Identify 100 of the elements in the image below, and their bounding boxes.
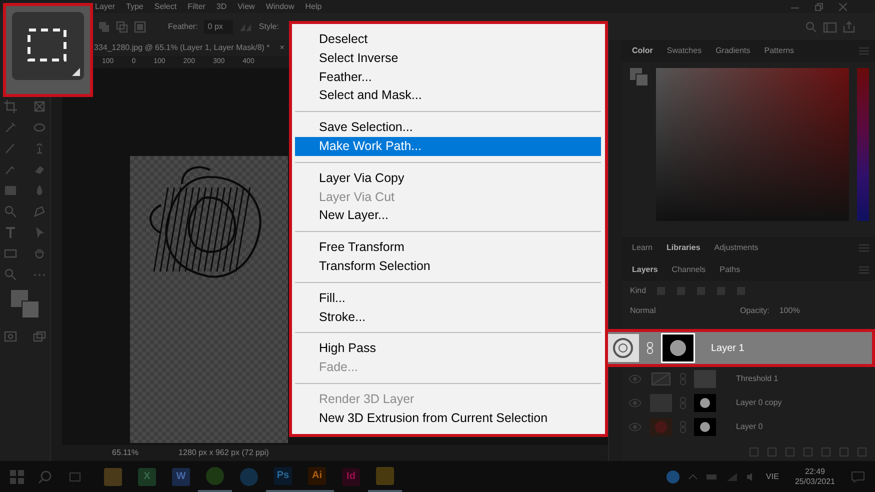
menu-item[interactable]: New Layer... xyxy=(295,206,601,226)
share-icon[interactable] xyxy=(843,20,855,32)
pen-icon[interactable] xyxy=(33,205,46,218)
selection-mode-icon[interactable] xyxy=(98,20,110,32)
task-view-icon[interactable] xyxy=(68,470,82,484)
zoom-icon[interactable] xyxy=(4,268,17,281)
menu-item[interactable]: Help xyxy=(305,0,322,12)
panel-tab[interactable]: Paths xyxy=(720,264,740,276)
blend-mode-dropdown[interactable]: Normal xyxy=(630,305,730,317)
menu-item[interactable]: Layer xyxy=(95,0,116,12)
layer-thumbnail xyxy=(607,334,639,362)
corner-triangle-icon xyxy=(72,68,80,76)
document-size: 1280 px x 962 px (72 ppi) xyxy=(178,447,269,459)
language-indicator[interactable]: VIE xyxy=(766,470,779,482)
selection-mode-icon[interactable] xyxy=(134,20,146,32)
taskbar-app[interactable]: W xyxy=(164,461,198,492)
quick-mask-icon[interactable] xyxy=(4,331,17,342)
brush-icon[interactable] xyxy=(4,142,17,155)
menu-item[interactable]: Select Inverse xyxy=(295,48,601,68)
rectangle-icon[interactable] xyxy=(4,247,17,260)
marquee-icon xyxy=(27,28,67,62)
eye-icon[interactable] xyxy=(628,422,642,432)
taskbar-app[interactable]: Id xyxy=(334,461,368,492)
panel-tab[interactable]: Patterns xyxy=(764,45,794,57)
document-tab[interactable]: 334_1280.jpg @ 65.1% (Layer 1, Layer Mask/8) * xyxy=(94,42,270,54)
type-icon[interactable] xyxy=(4,226,17,239)
layer-mask-thumbnail xyxy=(694,418,716,436)
search-icon[interactable] xyxy=(38,470,52,484)
menu-item[interactable]: Free Transform xyxy=(295,238,601,257)
clock-time[interactable]: 22:49 xyxy=(804,467,825,476)
layer-name: Threshold 1 xyxy=(736,373,778,385)
menu-item[interactable]: Stroke... xyxy=(295,308,601,326)
hue-spectrum[interactable] xyxy=(857,68,869,221)
panel-tab[interactable]: Color xyxy=(632,45,653,57)
layer-row[interactable]: Threshold 1 xyxy=(622,367,875,391)
panel-tab[interactable]: Swatches xyxy=(666,45,702,57)
layer-row[interactable]: Layer 0 xyxy=(622,415,875,439)
layer-row[interactable]: Layer 0 copy xyxy=(622,391,875,415)
menu-item[interactable]: Deselect xyxy=(295,30,601,49)
feather-label: Feather: xyxy=(168,20,198,32)
layer-mask-thumbnail xyxy=(694,370,716,388)
panel-tab[interactable]: Adjustments xyxy=(714,242,758,254)
menu-item[interactable]: Feather... xyxy=(295,68,601,86)
panel-tab[interactable]: Libraries xyxy=(666,242,700,254)
search-icon[interactable] xyxy=(805,20,817,32)
color-swatches-icon[interactable] xyxy=(630,68,648,86)
taskbar-app[interactable]: Ps xyxy=(266,461,300,492)
feather-field[interactable]: 0 px xyxy=(204,20,233,34)
menu-item[interactable]: Select xyxy=(154,0,177,12)
panel-menu-icon[interactable] xyxy=(859,266,869,274)
eyedropper-icon[interactable] xyxy=(4,121,17,134)
cursor-icon[interactable] xyxy=(33,226,46,239)
panel-tab[interactable]: Learn xyxy=(632,242,652,254)
color-swatches-icon[interactable] xyxy=(10,289,40,319)
menu-item[interactable]: Layer Via Copy xyxy=(295,168,601,188)
layer-mask-thumbnail xyxy=(661,333,695,363)
notifications-icon[interactable] xyxy=(851,470,865,482)
color-field[interactable] xyxy=(656,68,849,221)
menu-item[interactable]: Window xyxy=(266,0,294,12)
menu-item[interactable]: Filter xyxy=(188,0,206,12)
restore-icon[interactable] xyxy=(815,3,823,11)
tab-close[interactable]: × xyxy=(280,42,284,54)
eraser-icon[interactable] xyxy=(33,163,46,176)
panel-menu-icon[interactable] xyxy=(859,244,869,252)
help-icon[interactable] xyxy=(666,470,680,484)
battery-icon[interactable] xyxy=(706,472,718,480)
hand-icon[interactable] xyxy=(33,247,46,260)
clock-date[interactable]: 25/03/2021 xyxy=(794,476,835,486)
panel-tab[interactable]: Gradients xyxy=(716,45,750,57)
eye-icon[interactable] xyxy=(628,374,642,384)
photo-thumbnail xyxy=(650,418,672,436)
menu-item[interactable]: New 3D Extrusion from Current Selection xyxy=(295,408,601,428)
menu-item[interactable]: 3D xyxy=(216,0,227,12)
menu-item[interactable]: Fill... xyxy=(295,288,601,308)
menu-item[interactable]: Transform Selection xyxy=(295,256,601,276)
tray-chevron-icon[interactable] xyxy=(688,472,698,480)
screen-mode-icon[interactable] xyxy=(33,331,46,342)
panel-tab[interactable]: Channels xyxy=(672,264,706,276)
menu-item[interactable]: Make Work Path... xyxy=(295,136,601,156)
menu-item[interactable]: Select and Mask... xyxy=(295,86,601,106)
filter-dropdown[interactable]: Kind xyxy=(630,285,646,297)
menu-item[interactable]: View xyxy=(238,0,255,12)
adjustment-icon xyxy=(650,370,672,388)
opacity-label: Opacity: xyxy=(740,305,770,317)
marquee-tool-button[interactable] xyxy=(12,12,84,80)
windows-icon[interactable] xyxy=(10,470,24,484)
panel-tab[interactable]: Layers xyxy=(632,264,658,276)
close-icon[interactable] xyxy=(839,3,847,11)
opacity-field[interactable]: 100% xyxy=(779,305,800,317)
menu-item[interactable]: Type xyxy=(126,0,144,12)
anti-alias-icon[interactable] xyxy=(238,22,253,32)
panel-menu-icon[interactable] xyxy=(859,47,869,55)
taskbar-app[interactable]: Ai xyxy=(300,461,334,492)
layer-mask-thumbnail xyxy=(694,394,716,412)
selection-mode-icon[interactable] xyxy=(116,20,128,32)
crop-icon[interactable] xyxy=(4,100,17,113)
eye-icon[interactable] xyxy=(628,398,642,408)
workspace-icon[interactable] xyxy=(823,20,837,32)
menu-item[interactable]: Save Selection... xyxy=(295,118,601,137)
frame-icon[interactable] xyxy=(33,100,46,113)
